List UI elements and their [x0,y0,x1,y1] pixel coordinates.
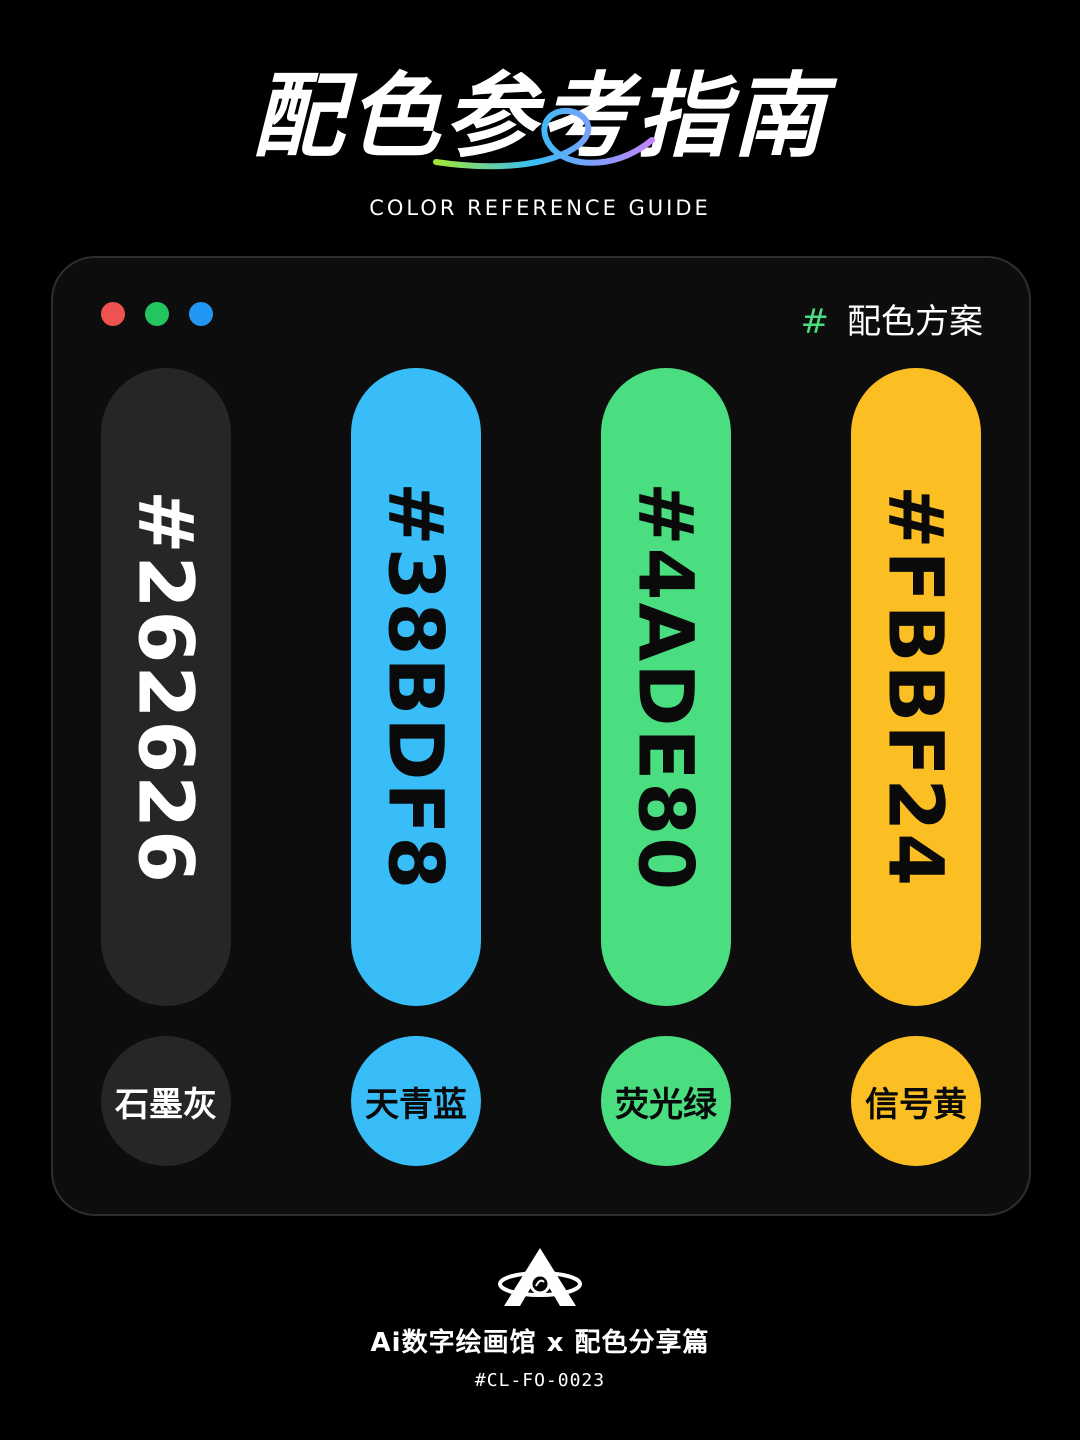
swatch-pill-neon-green: #4ADE80 [601,368,731,1006]
swatch-name-neon-green: 荧光绿 [601,1036,731,1166]
swatch-hex: #262626 [121,489,211,885]
footer-title: Ai数字绘画馆 x 配色分享篇 [370,1328,710,1358]
swatch-hex: #FBBF24 [871,485,961,889]
window-dot-blue [189,302,213,326]
swatch-pill-signal-yellow: #FBBF24 [851,368,981,1006]
window-dot-green [145,302,169,326]
swatch-hex: #38BDF8 [371,482,461,892]
scheme-label-text: 配色方案 [847,302,983,342]
footer-code: #CL-FO-0023 [474,1370,606,1391]
color-scheme-panel: # 配色方案 #262626 #38BDF8 #4ADE80 #FBBF24 石墨… [51,256,1031,1216]
swatch-name-signal-yellow: 信号黄 [851,1036,981,1166]
swatch-name-graphite: 石墨灰 [101,1036,231,1166]
swatch-name-sky-blue: 天青蓝 [351,1036,481,1166]
swatch-hex: #4ADE80 [621,481,711,893]
title-swoosh-decoration [433,107,655,170]
scheme-label: # 配色方案 [801,294,984,343]
swatch-pill-sky-blue: #38BDF8 [351,368,481,1006]
page-subtitle: COLOR REFERENCE GUIDE [369,196,711,220]
swatch-pill-graphite: #262626 [101,368,231,1006]
scheme-hash: # [800,302,830,342]
window-dot-red [101,302,125,326]
brand-logo-icon [498,1248,582,1306]
